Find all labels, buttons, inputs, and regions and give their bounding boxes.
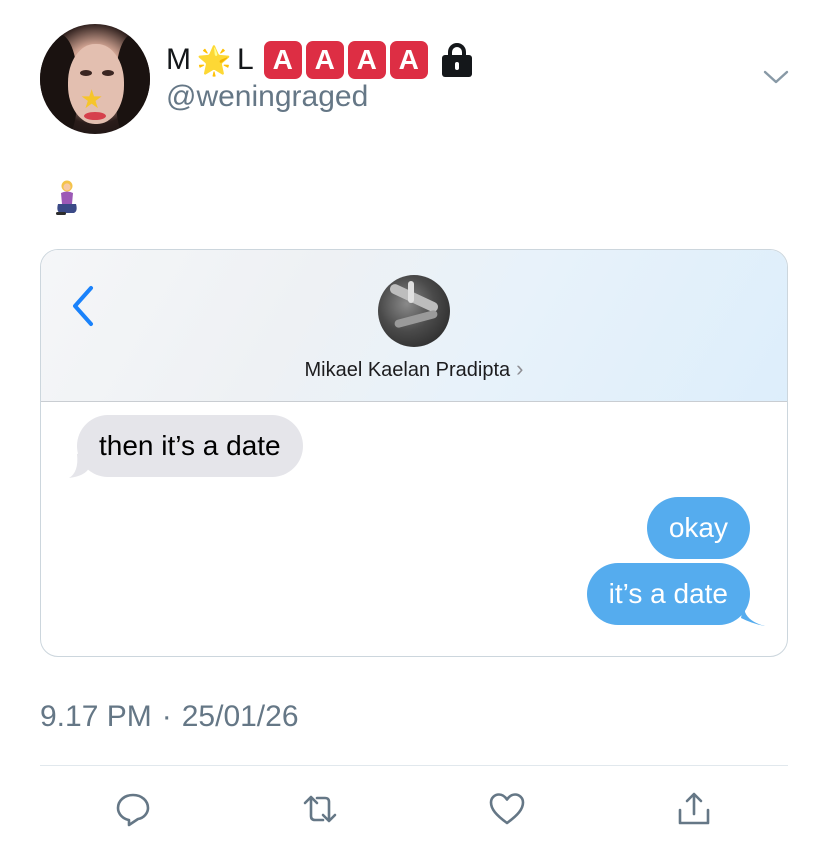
back-chevron-icon: [73, 286, 93, 326]
embedded-image[interactable]: Mikael Kaelan Pradipta › then it’s a date…: [40, 249, 788, 657]
reply-button[interactable]: [112, 788, 154, 830]
contact-name: Mikael Kaelan Pradipta ›: [304, 356, 524, 381]
message-bubble-incoming: then it’s a date: [77, 415, 303, 477]
retweet-icon: [303, 795, 337, 823]
a-button-emoji-group: A A A A: [263, 41, 428, 79]
a-button-emoji: A: [305, 41, 344, 79]
chevron-right-icon: ›: [516, 356, 524, 381]
share-button[interactable]: [673, 788, 715, 830]
retweet-button[interactable]: [299, 788, 341, 830]
a-button-emoji: A: [347, 41, 386, 79]
author-avatar[interactable]: ★: [40, 24, 150, 134]
star-icon: ★: [80, 84, 104, 114]
message-bubble-outgoing: okay: [646, 497, 750, 559]
divider: [40, 765, 788, 766]
contact-avatar: [378, 275, 450, 347]
woman-kneeling-emoji: [56, 180, 77, 215]
heart-icon: [489, 793, 525, 825]
like-button[interactable]: [486, 788, 528, 830]
message-bubble-outgoing: it’s a date: [586, 563, 750, 625]
imessage-header: Mikael Kaelan Pradipta ›: [41, 250, 787, 402]
protected-lock-icon: [440, 41, 474, 79]
a-button-emoji: A: [389, 41, 428, 79]
chevron-down-icon[interactable]: [762, 66, 790, 88]
author-handle[interactable]: @weningraged: [166, 80, 368, 114]
glowing-star-emoji: 🌟: [196, 44, 232, 76]
share-icon: [678, 792, 710, 825]
tweet-timestamp[interactable]: 9.17 PM · 25/01/26: [40, 700, 299, 734]
reply-icon: [116, 793, 150, 827]
author-display-name[interactable]: M 🌟 L A A A A: [166, 40, 474, 80]
a-button-emoji: A: [263, 41, 302, 79]
